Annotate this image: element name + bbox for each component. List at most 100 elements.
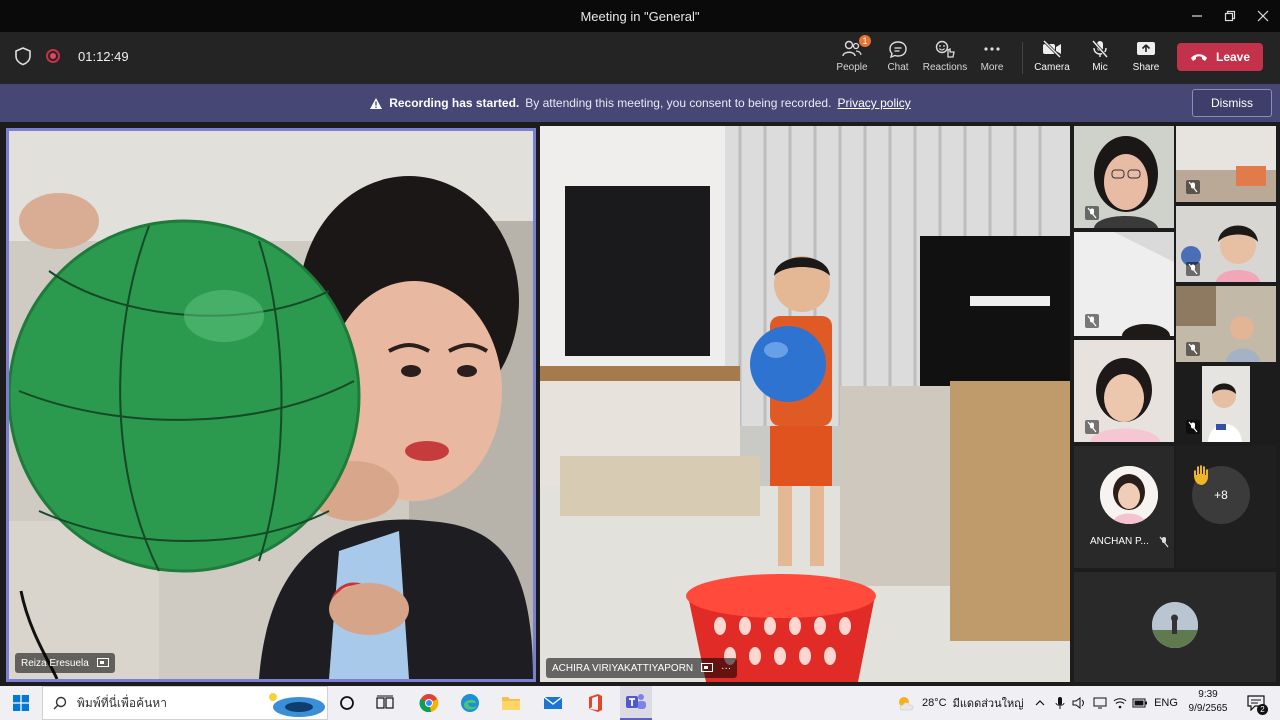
mic-muted-icon (1186, 342, 1200, 356)
teams-icon (626, 694, 646, 709)
banner-heading: Recording has started. (389, 96, 520, 110)
participant-name: ACHIRA VIRIYAKATTIYAPORN (552, 662, 694, 674)
taskbar-clock[interactable]: 9:39 9/9/2565 (1184, 688, 1232, 716)
mic-muted-icon (1186, 262, 1200, 276)
mic-muted-icon (1186, 180, 1200, 194)
file-explorer-taskbar-button[interactable] (496, 686, 526, 720)
search-placeholder: พิมพ์ที่นี่เพื่อค้นหา (77, 695, 167, 710)
volume-button[interactable] (1070, 686, 1088, 720)
teams-taskbar-button[interactable] (620, 686, 652, 720)
battery-button[interactable] (1130, 686, 1150, 720)
language-indicator[interactable]: ENG (1152, 686, 1180, 720)
participant-name: Reiza Eresuela (21, 657, 89, 669)
windows-taskbar: พิมพ์ที่นี่เพื่อค้นหา 28°C มีแดดส่วนใหญ่… (0, 686, 1280, 720)
hang-up-icon (1190, 54, 1207, 61)
video-tile-second[interactable]: ACHIRA VIRIYAKATTIYAPORN ··· (540, 126, 1070, 682)
privacy-policy-link[interactable]: Privacy policy (837, 96, 910, 110)
close-window-button[interactable] (1246, 0, 1280, 32)
task-view-button[interactable] (372, 686, 398, 720)
participant-video-boy (1202, 366, 1250, 442)
participant-card-bottom[interactable] (1074, 572, 1276, 682)
weather-description: มีแดดส่วนใหญ่ (952, 698, 1024, 710)
notification-center-button[interactable]: 2 (1242, 686, 1270, 720)
share-screen-icon (1137, 42, 1155, 55)
edge-icon (461, 694, 479, 712)
avatar (1152, 602, 1198, 648)
leave-button[interactable]: Leave (1177, 43, 1263, 71)
mic-off-icon (1091, 40, 1109, 58)
dismiss-button[interactable]: Dismiss (1192, 89, 1272, 117)
microphone-icon (1055, 697, 1065, 709)
chat-icon (889, 41, 907, 59)
video-stage: Reiza Eresuela ACHIRA VIRIYAKATTIYAPORN … (0, 122, 1280, 686)
toolbar-divider (1022, 42, 1023, 74)
wifi-button[interactable] (1110, 686, 1130, 720)
people-button[interactable]: 1 People (826, 35, 878, 80)
participant-card-anchan[interactable]: ANCHAN P... (1074, 446, 1174, 568)
people-badge: 1 (859, 35, 871, 47)
start-button[interactable] (8, 686, 34, 720)
banner-message: By attending this meeting, you consent t… (525, 96, 832, 110)
minimize-icon (1192, 15, 1202, 17)
window-title: Meeting in "General" (580, 8, 700, 24)
mail-taskbar-button[interactable] (538, 686, 568, 720)
warning-icon (370, 97, 383, 109)
show-hidden-icons-button[interactable] (1032, 686, 1048, 720)
camera-button[interactable]: Camera (1026, 38, 1078, 80)
participant-video-child (540, 126, 1070, 682)
minimize-button[interactable] (1180, 0, 1214, 32)
video-tile-main[interactable]: Reiza Eresuela (6, 128, 536, 682)
mic-muted-icon (1085, 314, 1099, 328)
camera-off-icon (1042, 39, 1062, 59)
language-label: ENG (1154, 697, 1178, 709)
clock-time: 9:39 (1198, 689, 1218, 700)
gallery-tile-7[interactable] (1202, 366, 1250, 442)
recording-indicator-icon (46, 49, 60, 63)
battery-icon (1132, 698, 1147, 708)
people-label: People (836, 62, 868, 73)
second-name-tag: ACHIRA VIRIYAKATTIYAPORN ··· (546, 658, 738, 678)
maximize-button[interactable] (1213, 0, 1247, 32)
chat-button[interactable]: Chat (872, 38, 924, 80)
notification-count-badge: 2 (1257, 704, 1268, 715)
office-taskbar-button[interactable] (580, 686, 610, 720)
partly-sunny-icon (899, 697, 914, 711)
more-icon (984, 47, 1000, 51)
cortana-button[interactable] (334, 686, 360, 720)
title-bar: Meeting in "General" (0, 0, 1280, 32)
raised-hand-icon (1194, 465, 1208, 485)
mic-muted-icon (1159, 536, 1169, 548)
mic-button[interactable]: Mic (1074, 38, 1126, 80)
reactions-label: Reactions (922, 62, 968, 73)
meeting-timer: 01:12:49 (78, 48, 129, 64)
speaker-icon (1072, 697, 1084, 709)
mic-muted-icon (1085, 420, 1099, 434)
leave-label: Leave (1215, 50, 1251, 64)
participant-more-options[interactable]: ··· (721, 663, 731, 674)
participant-name: ANCHAN P... (1090, 536, 1149, 547)
more-button[interactable]: More (966, 38, 1018, 80)
weather-widget[interactable]: 28°C มีแดดส่วนใหญ่ (896, 686, 1024, 720)
reactions-icon (935, 40, 955, 58)
reactions-button[interactable]: Reactions (919, 38, 971, 80)
more-label: More (980, 62, 1004, 73)
task-view-icon (376, 695, 394, 709)
edge-taskbar-button[interactable] (455, 686, 485, 720)
recording-banner: Recording has started. By attending this… (0, 84, 1280, 122)
mic-muted-icon (1186, 420, 1200, 434)
meeting-toolbar: 01:12:49 1 People Chat Reactions More Ca… (0, 32, 1280, 84)
mic-label: Mic (1092, 62, 1108, 73)
windows-logo-icon (13, 695, 29, 711)
overflow-participants-tile[interactable]: +8 (1176, 446, 1276, 568)
shield-icon[interactable] (14, 46, 32, 66)
cortana-icon (340, 696, 354, 710)
taskbar-search-input[interactable]: พิมพ์ที่นี่เพื่อค้นหา (42, 686, 328, 720)
restore-icon (1224, 10, 1236, 22)
chrome-taskbar-button[interactable] (414, 686, 444, 720)
clock-date: 9/9/2565 (1188, 703, 1228, 714)
weather-temperature: 28°C (922, 697, 947, 709)
system-tray-monitor-button[interactable] (1090, 686, 1110, 720)
share-button[interactable]: Share (1120, 38, 1172, 80)
participant-video-woman (9, 131, 533, 679)
mic-tray-icon-button[interactable] (1052, 686, 1068, 720)
